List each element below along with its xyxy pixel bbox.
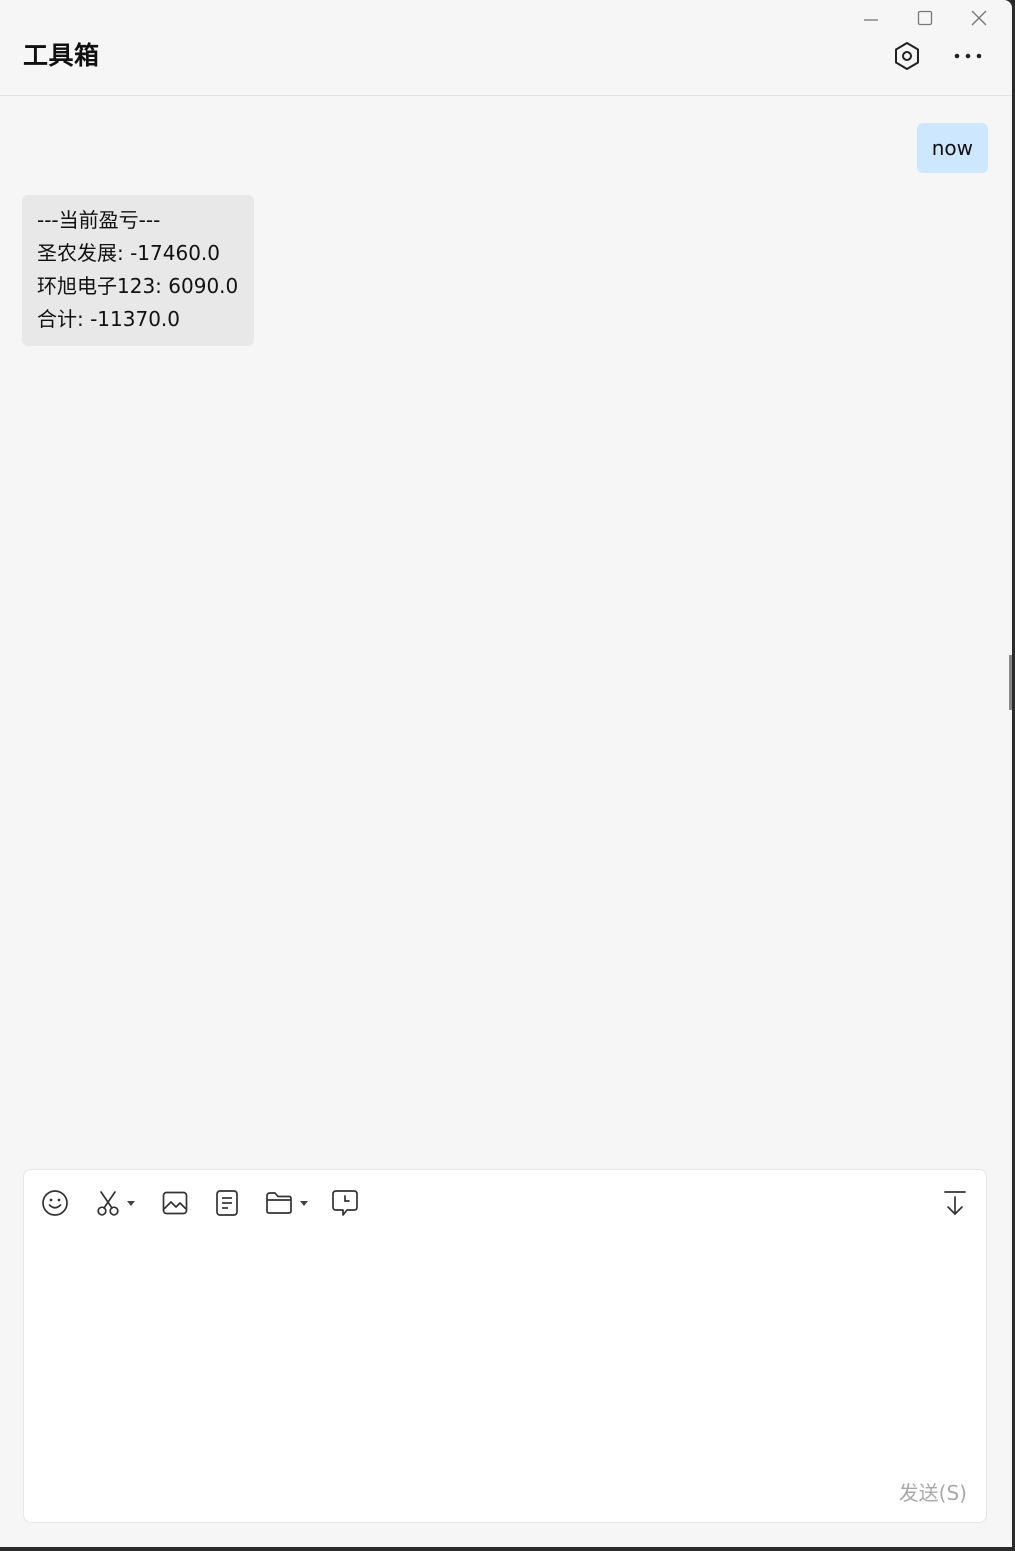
more-options-icon[interactable] <box>950 38 986 74</box>
message-line: 圣农发展: -17460.0 <box>37 241 221 265</box>
incoming-message[interactable]: ---当前盈亏--- 圣农发展: -17460.0 环旭电子123: 6090.… <box>22 195 255 346</box>
scroll-to-bottom-button[interactable] <box>942 1186 968 1220</box>
maximize-button[interactable] <box>898 4 952 32</box>
chevron-down-icon[interactable] <box>300 1200 308 1206</box>
close-button[interactable] <box>952 4 1006 32</box>
download-icon <box>944 1191 966 1215</box>
settings-hex-icon[interactable] <box>889 38 925 74</box>
minimize-button[interactable] <box>844 4 898 32</box>
screenshot-button[interactable] <box>95 1186 135 1220</box>
chat-history-icon <box>332 1190 358 1216</box>
maximize-icon <box>917 10 933 26</box>
app-window: 工具箱 now ---当前盈亏--- 圣农发展: -17460.0 环旭电子12… <box>0 0 1012 1547</box>
image-button[interactable] <box>161 1186 189 1220</box>
message-input[interactable] <box>42 1236 966 1460</box>
folder-button[interactable] <box>264 1186 308 1220</box>
send-button[interactable]: 发送(S) <box>899 1477 967 1506</box>
close-icon <box>971 10 987 26</box>
message-list[interactable]: now ---当前盈亏--- 圣农发展: -17460.0 环旭电子123: 6… <box>0 97 1012 1157</box>
document-button[interactable] <box>214 1186 240 1220</box>
chevron-down-icon[interactable] <box>127 1200 135 1206</box>
emoji-button[interactable] <box>41 1186 69 1220</box>
page-title: 工具箱 <box>23 41 100 70</box>
message-line: 合计: -11370.0 <box>37 307 181 331</box>
resize-handle[interactable] <box>1009 655 1012 710</box>
chat-history-button[interactable] <box>331 1186 359 1220</box>
minimize-icon <box>864 19 878 21</box>
emoji-icon <box>42 1190 68 1216</box>
document-icon <box>216 1190 238 1216</box>
outgoing-message[interactable]: now <box>916 123 988 173</box>
message-line: ---当前盈亏--- <box>37 208 161 232</box>
scissors-icon <box>97 1191 119 1216</box>
message-line: 环旭电子123: 6090.0 <box>37 274 239 298</box>
window-controls <box>844 4 1006 32</box>
image-icon <box>162 1191 188 1215</box>
folder-icon <box>266 1192 292 1214</box>
message-composer: 发送(S) <box>23 1169 987 1523</box>
